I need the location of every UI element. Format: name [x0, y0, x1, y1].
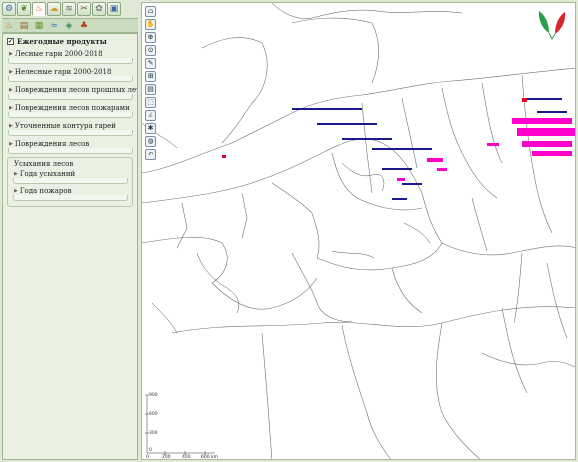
expand-arrow-icon[interactable]: ▶: [9, 87, 13, 93]
globe-icon[interactable]: ◍: [145, 136, 156, 147]
document-icon[interactable]: ▤: [17, 19, 31, 32]
layer-group-label: Повреждения лесов пожарами: [14, 104, 130, 112]
stack-icon[interactable]: ◈: [62, 19, 76, 32]
scale-bar: 900 600 300 0 0 200 400 600 km: [145, 393, 225, 459]
scale-tick-label: 400: [182, 455, 191, 460]
scale-tick-label: 300: [149, 431, 158, 436]
layers-panel: ✓ Ежегодные продукты ▶ Лесные гари 2000-2…: [2, 33, 138, 460]
layer-group-label: Года усыханий: [19, 170, 76, 178]
scale-tick-label: 0: [146, 455, 149, 460]
layer-group[interactable]: ▶ Уточненные контура гарей: [7, 121, 133, 136]
wave-icon[interactable]: ≈: [47, 19, 61, 32]
scale-tick-label: 600: [149, 412, 158, 417]
window-icon[interactable]: ▣: [107, 2, 121, 16]
expand-arrow-icon[interactable]: ▶: [9, 123, 13, 129]
scale-tick-label: 900: [149, 393, 158, 398]
marker-icon[interactable]: ✱: [145, 123, 156, 134]
cloud-icon[interactable]: ☁: [47, 2, 61, 16]
print-icon[interactable]: ▤: [145, 84, 156, 95]
line-icon[interactable]: ∠: [145, 110, 156, 121]
map-view[interactable]: ⌂ ✋ ⊕ ⊙ ✎ ⊞ ▤ ⬚ ∠ ✱ ◍ ↶ 900 600 300 0 0 …: [141, 2, 576, 460]
logo: [535, 9, 569, 41]
layers-icon[interactable]: ≋: [62, 2, 76, 16]
select-icon[interactable]: ⬚: [145, 97, 156, 108]
layer-group-label: Года пожаров: [19, 187, 72, 195]
scale-tick-label: 600 km: [201, 455, 219, 460]
zoom-box-icon[interactable]: ⊞: [145, 71, 156, 82]
fire-icon[interactable]: ♨: [2, 19, 16, 32]
fire-clusters-dark: [292, 98, 567, 200]
layer-group-label: Лесные гари 2000-2018: [14, 50, 103, 58]
burned-trees-icon[interactable]: ♣: [77, 19, 91, 32]
gear-icon[interactable]: ✿: [92, 2, 106, 16]
expand-arrow-icon[interactable]: ▶: [9, 141, 13, 147]
layer-group[interactable]: ▶ Лесные гари 2000-2018: [7, 49, 133, 64]
expand-arrow-icon[interactable]: ▶: [9, 105, 13, 111]
layer-group[interactable]: ▶ Нелесные гари 2000-2018: [7, 67, 133, 82]
scale-tick-label: 200: [162, 455, 171, 460]
fieldset-legend: Усыхания лесов: [14, 160, 74, 168]
zoom-extent-icon[interactable]: ⊕: [145, 32, 156, 43]
zoom-in-icon[interactable]: ⊙: [145, 45, 156, 56]
expand-arrow-icon[interactable]: ▶: [14, 171, 18, 177]
layer-group-label: Повреждения лесов прошлых лет: [14, 86, 138, 94]
layer-group-label: Повреждения лесов: [14, 140, 90, 148]
home-icon[interactable]: ⌂: [145, 6, 156, 17]
scale-tick-label: 0: [149, 448, 152, 453]
map-layer-icon[interactable]: ▦: [32, 19, 46, 32]
expand-arrow-icon[interactable]: ▶: [9, 51, 13, 57]
layer-group[interactable]: ▶ Года пожаров: [12, 186, 128, 201]
leaf-icon[interactable]: ❦: [17, 2, 31, 16]
product-toolbar: ♨ ▤ ▦ ≈ ◈ ♣: [2, 18, 138, 33]
layer-group[interactable]: ▶ Повреждения лесов пожарами: [7, 103, 133, 118]
layer-group[interactable]: ▶ Повреждения лесов: [7, 139, 133, 154]
layer-group-label: Уточненные контура гарей: [14, 122, 116, 130]
fire-icon[interactable]: ♨: [32, 2, 46, 16]
layer-group[interactable]: ▶ Повреждения лесов прошлых лет: [7, 85, 137, 100]
expand-arrow-icon[interactable]: ▶: [9, 69, 13, 75]
globe-gear-icon[interactable]: ⚙: [2, 2, 16, 16]
coastlines: [142, 3, 463, 334]
panel-title: Ежегодные продукты: [17, 37, 107, 46]
main-toolbar: ⚙ ❦ ♨ ☁ ≋ ✂ ✿ ▣: [2, 2, 138, 18]
pan-icon[interactable]: ✋: [145, 19, 156, 30]
measure-icon[interactable]: ✎: [145, 58, 156, 69]
panel-header: ✓ Ежегодные продукты: [3, 34, 137, 49]
annual-products-checkbox[interactable]: ✓: [7, 38, 14, 45]
forest-dieback-group: Усыхания лесов ▶ Года усыханий ▶ Года пожа…: [7, 157, 133, 207]
layer-group-label: Нелесные гари 2000-2018: [14, 68, 112, 76]
undo-icon[interactable]: ↶: [145, 149, 156, 160]
expand-arrow-icon[interactable]: ▶: [14, 188, 18, 194]
map-toolbar: ⌂ ✋ ⊕ ⊙ ✎ ⊞ ▤ ⬚ ∠ ✱ ◍ ↶: [145, 6, 156, 160]
tools-icon[interactable]: ✂: [77, 2, 91, 16]
layer-group[interactable]: ▶ Года усыханий: [12, 169, 128, 184]
map-canvas[interactable]: [142, 3, 576, 460]
